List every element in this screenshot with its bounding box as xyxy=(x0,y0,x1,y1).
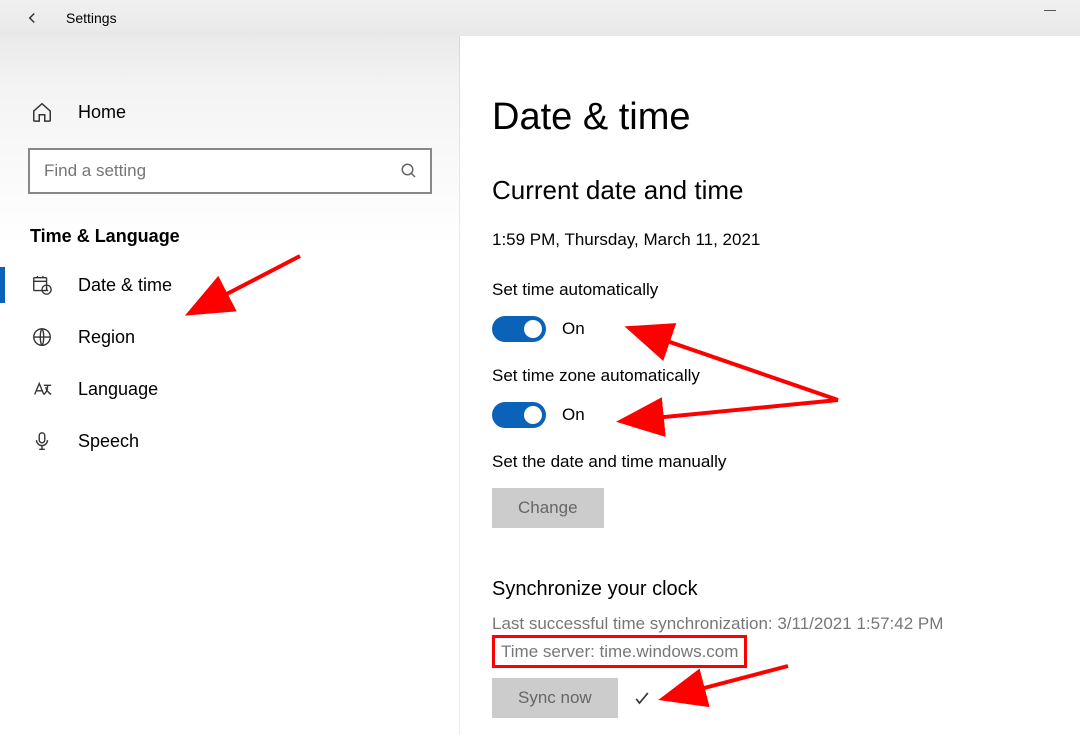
minimize-button[interactable] xyxy=(1044,10,1056,11)
sidebar-item-label: Region xyxy=(78,327,135,348)
set-tz-auto-toggle[interactable] xyxy=(492,402,546,428)
sidebar-item-speech[interactable]: Speech xyxy=(0,415,460,467)
sidebar-item-label: Language xyxy=(78,379,158,400)
change-button[interactable]: Change xyxy=(492,488,604,528)
set-tz-auto-label: Set time zone automatically xyxy=(492,366,1060,386)
sidebar-item-label: Date & time xyxy=(78,275,172,296)
page-title: Date & time xyxy=(492,96,1060,139)
sync-heading: Synchronize your clock xyxy=(492,578,1060,601)
sidebar-item-region[interactable]: Region xyxy=(0,311,460,363)
set-time-auto-label: Set time automatically xyxy=(492,280,1060,300)
titlebar: Settings xyxy=(0,0,1080,36)
sidebar-item-label: Speech xyxy=(78,431,139,452)
current-date-heading: Current date and time xyxy=(492,175,1060,206)
search-input[interactable] xyxy=(42,160,400,182)
back-button[interactable] xyxy=(20,6,44,30)
search-icon xyxy=(400,162,418,180)
last-sync-text: Last successful time synchronization: 3/… xyxy=(492,611,1060,637)
time-server-text: Time server: time.windows.com xyxy=(501,642,738,661)
home-icon xyxy=(30,100,54,124)
current-date-value: 1:59 PM, Thursday, March 11, 2021 xyxy=(492,230,1060,250)
search-box[interactable] xyxy=(28,148,432,194)
check-icon xyxy=(632,688,652,708)
set-manual-label: Set the date and time manually xyxy=(492,452,1060,472)
arrow-left-icon xyxy=(23,9,41,27)
language-icon xyxy=(30,377,54,401)
globe-icon xyxy=(30,325,54,349)
sidebar-category: Time & Language xyxy=(0,218,460,259)
sidebar-home[interactable]: Home xyxy=(0,86,460,138)
calendar-clock-icon xyxy=(30,273,54,297)
sync-now-button[interactable]: Sync now xyxy=(492,678,618,718)
sidebar-item-language[interactable]: Language xyxy=(0,363,460,415)
window-title: Settings xyxy=(66,10,117,26)
sidebar-home-label: Home xyxy=(78,102,126,123)
sidebar: Home Time & Language Date & time xyxy=(0,36,460,735)
set-tz-auto-state: On xyxy=(562,405,585,425)
time-server-highlight: Time server: time.windows.com xyxy=(492,635,747,669)
sidebar-item-date-time[interactable]: Date & time xyxy=(0,259,460,311)
set-time-auto-toggle[interactable] xyxy=(492,316,546,342)
microphone-icon xyxy=(30,429,54,453)
main-content: Date & time Current date and time 1:59 P… xyxy=(460,36,1080,735)
set-time-auto-state: On xyxy=(562,319,585,339)
